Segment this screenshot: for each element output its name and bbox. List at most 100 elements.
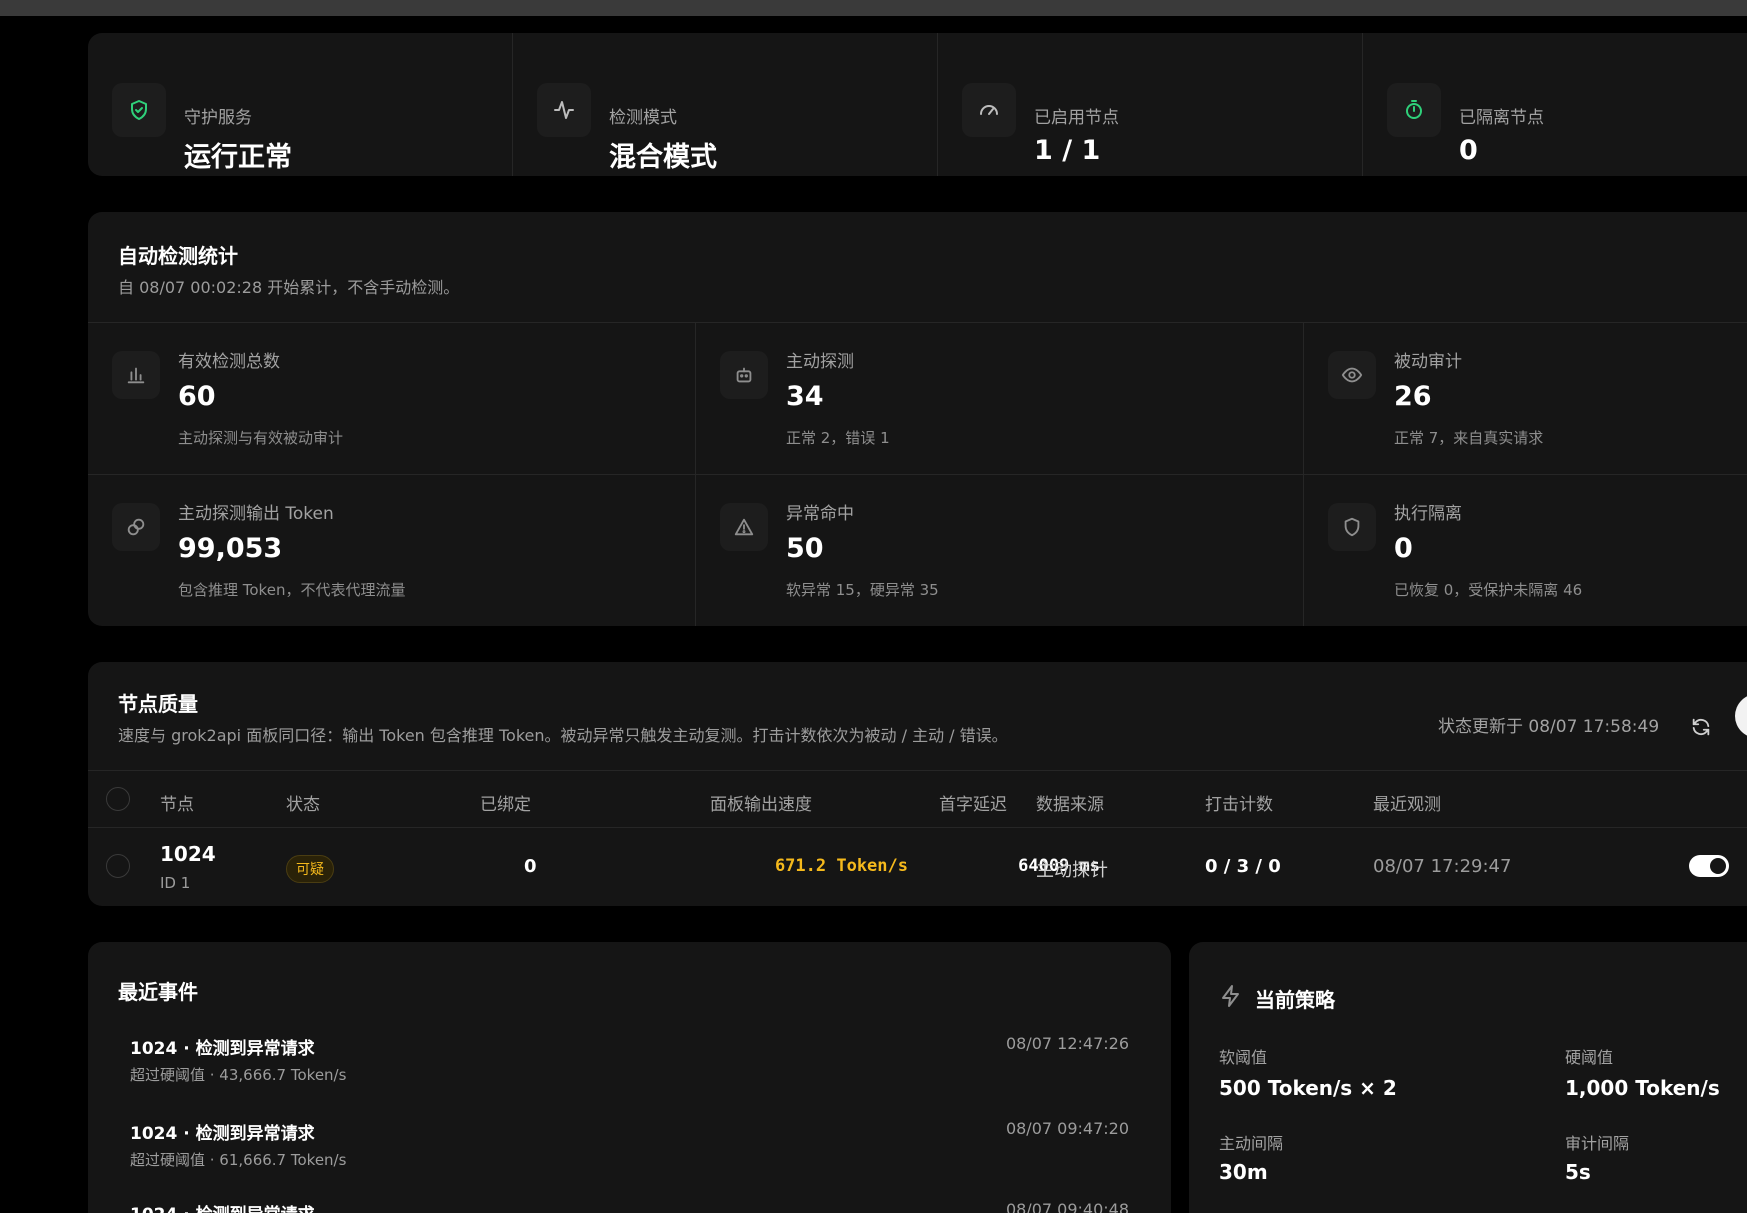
stat-value: 34: [786, 381, 824, 412]
eye-icon: [1328, 351, 1376, 399]
stat-value: 50: [786, 533, 824, 564]
status-card-isolated-nodes: 已隔离节点 0: [1363, 33, 1747, 176]
refresh-icon[interactable]: [1688, 714, 1714, 740]
stat-desc: 主动探测与有效被动审计: [178, 429, 344, 447]
section-title: 当前策略: [1255, 988, 1335, 1012]
event-time: 08/07 09:47:20: [1005, 1119, 1129, 1138]
shield-icon: [1328, 503, 1376, 551]
stat-desc: 正常 7，来自真实请求: [1394, 429, 1544, 447]
hard-threshold-label: 硬阈值: [1565, 1048, 1614, 1067]
status-card-guard: 守护服务 运行正常: [88, 33, 514, 176]
current-policy-panel: 当前策略 软阈值 500 Token/s × 2 硬阈值 1,000 Token…: [1189, 942, 1747, 1213]
status-badge: 可疑: [286, 855, 334, 883]
output-speed: 671.2 Token/s: [774, 856, 908, 876]
status-card-enabled-nodes: 已启用节点 1 / 1: [938, 33, 1364, 176]
stat-value: 60: [178, 381, 216, 412]
stat-active-probe: 主动探测 34 正常 2，错误 1: [696, 323, 1304, 475]
status-label: 守护服务: [184, 108, 252, 128]
section-subtitle: 自 08/07 00:02:28 开始累计，不含手动检测。: [118, 278, 460, 297]
status-card-mode: 检测模式 混合模式: [513, 33, 939, 176]
stat-value: 0: [1394, 533, 1413, 564]
recent-observation: 08/07 17:29:47: [1373, 856, 1512, 877]
status-label: 检测模式: [609, 108, 678, 128]
stat-desc: 软异常 15，硬异常 35: [786, 581, 939, 599]
lightning-icon: [1219, 984, 1243, 1012]
column-header-node: 节点: [160, 795, 194, 815]
activity-icon: [537, 83, 592, 137]
soft-threshold-label: 软阈值: [1219, 1048, 1268, 1067]
stat-value: 99,053: [178, 533, 283, 564]
row-checkbox[interactable]: [106, 854, 130, 878]
stat-label: 被动审计: [1394, 352, 1462, 372]
timer-icon: [1387, 83, 1442, 137]
node-quality-panel: 节点质量 速度与 grok2api 面板同口径：输出 Token 包含推理 To…: [88, 662, 1747, 906]
bot-icon: [720, 351, 768, 399]
status-value: 混合模式: [609, 142, 718, 173]
shield-check-icon: [112, 83, 166, 137]
warning-triangle-icon: [720, 503, 768, 551]
stat-desc: 包含推理 Token，不代表代理流量: [178, 581, 406, 599]
stat-label: 有效检测总数: [178, 352, 280, 372]
auto-detection-stats: 自动检测统计 自 08/07 00:02:28 开始累计，不含手动检测。 有效检…: [88, 212, 1747, 626]
section-title: 最近事件: [118, 980, 198, 1004]
select-all-checkbox[interactable]: [106, 787, 130, 811]
column-header-latency: 首字延迟: [939, 795, 1007, 815]
status-label: 已启用节点: [1034, 108, 1120, 128]
stat-label: 主动探测输出 Token: [178, 504, 334, 524]
stat-label: 异常命中: [786, 504, 854, 524]
column-header-status: 状态: [286, 795, 320, 815]
event-title: 1024 · 检测到异常请求: [130, 1124, 315, 1144]
status-summary: 守护服务 运行正常 检测模式 混合模式 已启用节点 1 / 1 已隔离节点 0: [88, 33, 1747, 176]
event-title: 1024 · 检测到异常请求: [130, 1039, 315, 1059]
column-header-recent: 最近观测: [1373, 795, 1441, 815]
event-title: 1024 · 检测到异常请求: [130, 1200, 315, 1213]
hit-count: 0 / 3 / 0: [1205, 856, 1281, 877]
column-header-speed: 面板输出速度: [710, 795, 812, 815]
event-time: 08/07 12:47:26: [1005, 1034, 1129, 1053]
status-label: 已隔离节点: [1459, 108, 1545, 128]
stat-label: 执行隔离: [1394, 504, 1462, 524]
column-header-bound: 已绑定: [480, 795, 531, 815]
gauge-icon: [962, 83, 1017, 137]
node-enable-toggle[interactable]: [1689, 855, 1729, 877]
table-row[interactable]: 1024 ID 1 可疑 0 671.2 Token/s 64009 ms 主动…: [88, 828, 1747, 906]
toggle-knob: [1710, 858, 1726, 874]
section-subtitle: 速度与 grok2api 面板同口径：输出 Token 包含推理 Token。被…: [118, 726, 1008, 745]
column-header-hits: 打击计数: [1205, 795, 1273, 815]
coins-icon: [112, 503, 160, 551]
section-title: 节点质量: [118, 692, 198, 716]
active-interval-value: 30m: [1219, 1160, 1268, 1184]
action-button[interactable]: [1735, 694, 1747, 738]
bound-count: 0: [524, 856, 537, 877]
data-source: 主动探针: [1036, 860, 1108, 881]
bar-chart-icon: [112, 351, 160, 399]
table-header: 节点 状态 已绑定 面板输出速度 首字延迟 数据来源 打击计数 最近观测: [88, 770, 1747, 828]
event-desc: 超过硬阈值 · 43,666.7 Token/s: [130, 1066, 347, 1084]
event-time: 08/07 09:40:48: [1005, 1200, 1129, 1213]
hard-threshold-value: 1,000 Token/s: [1565, 1076, 1720, 1100]
soft-threshold-value: 500 Token/s × 2: [1219, 1076, 1397, 1100]
column-header-source: 数据来源: [1036, 795, 1104, 815]
stat-passive-audit: 被动审计 26 正常 7，来自真实请求: [1304, 323, 1747, 475]
recent-events-panel: 最近事件 1024 · 检测到异常请求 08/07 12:47:26 超过硬阈值…: [88, 942, 1171, 1213]
stat-desc: 已恢复 0，受保护未隔离 46: [1394, 581, 1583, 599]
active-interval-label: 主动间隔: [1219, 1134, 1284, 1153]
stat-desc: 正常 2，错误 1: [786, 429, 890, 447]
stat-value: 26: [1394, 381, 1432, 412]
status-value: 1 / 1: [1034, 135, 1101, 166]
last-updated-text: 状态更新于 08/07 17:58:49: [1438, 717, 1660, 737]
stat-total-checks: 有效检测总数 60 主动探测与有效被动审计: [88, 323, 696, 475]
event-desc: 超过硬阈值 · 61,666.7 Token/s: [130, 1151, 347, 1169]
audit-interval-value: 5s: [1565, 1160, 1591, 1184]
section-title: 自动检测统计: [118, 244, 238, 268]
status-value: 运行正常: [184, 142, 292, 173]
stat-anomaly-hits: 异常命中 50 软异常 15，硬异常 35: [696, 475, 1304, 626]
stat-isolation: 执行隔离 0 已恢复 0，受保护未隔离 46: [1304, 475, 1747, 626]
audit-interval-label: 审计间隔: [1565, 1134, 1630, 1153]
stats-grid: 有效检测总数 60 主动探测与有效被动审计 主动探测 34 正常 2，错误 1 …: [88, 322, 1747, 626]
node-id: ID 1: [160, 874, 191, 892]
status-value: 0: [1459, 135, 1478, 166]
window-top-bar: [0, 0, 1747, 16]
stat-probe-output-token: 主动探测输出 Token 99,053 包含推理 Token，不代表代理流量: [88, 475, 696, 626]
stat-label: 主动探测: [786, 352, 854, 372]
